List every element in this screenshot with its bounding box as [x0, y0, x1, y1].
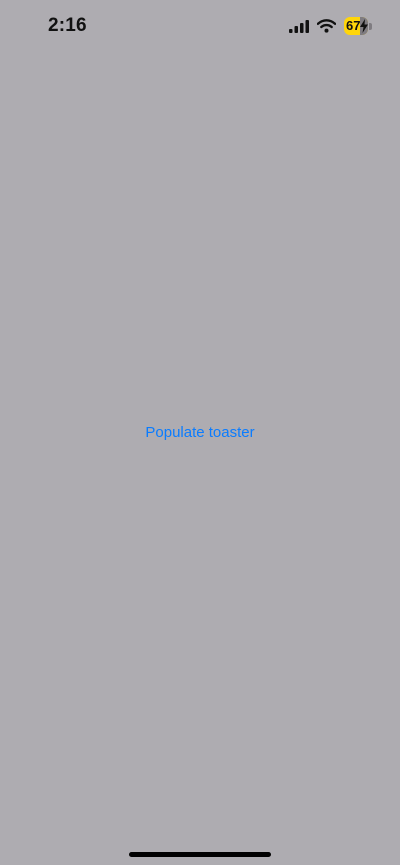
battery-icon: 67: [344, 17, 372, 35]
populate-toaster-button[interactable]: Populate toaster: [0, 423, 400, 443]
wifi-icon: [317, 19, 336, 33]
battery-cap: [369, 22, 372, 30]
cellular-signal-icon: [289, 19, 309, 33]
lightning-bolt-icon: [360, 19, 369, 33]
home-indicator[interactable]: [129, 852, 271, 857]
status-time: 2:16: [48, 15, 87, 36]
status-indicators: 67: [289, 17, 372, 35]
status-bar: 2:16 67: [0, 0, 400, 54]
battery-body: 67: [344, 17, 369, 35]
